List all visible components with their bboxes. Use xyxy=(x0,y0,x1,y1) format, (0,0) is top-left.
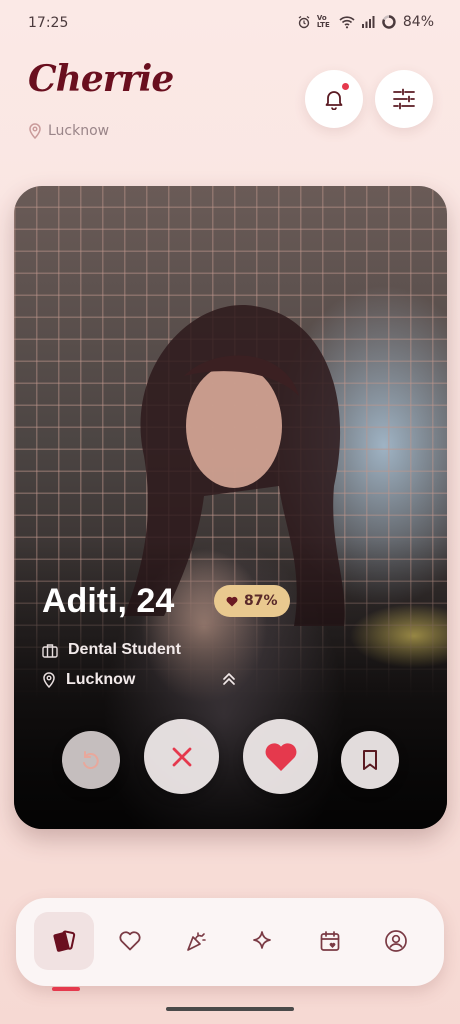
like-button[interactable] xyxy=(243,719,318,794)
volte-label: Vo LTE xyxy=(316,14,330,29)
match-score: 87% xyxy=(244,593,278,609)
wifi-icon xyxy=(339,16,355,29)
filters-button[interactable] xyxy=(375,70,433,128)
occupation-row: Dental Student xyxy=(42,641,181,659)
bell-icon xyxy=(325,91,343,110)
user-circle-icon xyxy=(385,930,407,952)
location-label: Lucknow xyxy=(48,123,110,139)
profile-card[interactable]: Aditi, 24 87% Dental Student Lucknow xyxy=(14,186,447,829)
close-icon xyxy=(172,747,191,766)
sliders-icon xyxy=(393,88,415,110)
nav-cards[interactable] xyxy=(34,912,94,991)
reject-button[interactable] xyxy=(144,719,219,794)
active-tab-indicator xyxy=(52,987,80,991)
calendar-heart-icon xyxy=(320,931,340,951)
profile-location-row: Lucknow xyxy=(42,671,135,689)
expand-details-icon[interactable] xyxy=(220,670,238,688)
location-pin-icon xyxy=(43,672,55,688)
battery-percent: 84% xyxy=(402,14,434,30)
app-logo: Cherrie xyxy=(28,58,174,100)
briefcase-icon xyxy=(42,643,58,658)
party-popper-icon xyxy=(187,932,206,951)
heart-icon xyxy=(265,742,296,771)
bookmark-button[interactable] xyxy=(341,731,399,789)
alarm-icon xyxy=(298,15,310,29)
bookmark-icon xyxy=(363,750,377,770)
notification-dot xyxy=(342,83,349,90)
battery-ring-icon xyxy=(382,15,396,29)
status-bar: 17:25 Vo LTE 84% xyxy=(0,0,460,44)
current-location[interactable]: Lucknow xyxy=(28,123,109,139)
status-icons: Vo LTE 84% xyxy=(297,14,434,30)
bottom-navigation xyxy=(16,898,444,991)
home-indicator[interactable] xyxy=(166,1007,294,1011)
heart-small-icon xyxy=(226,596,238,606)
undo-button[interactable] xyxy=(62,731,120,789)
status-time: 17:25 xyxy=(28,15,69,31)
cards-icon xyxy=(53,930,76,952)
location-pin-icon xyxy=(29,123,41,139)
signal-icon xyxy=(361,16,375,28)
match-score-badge: 87% xyxy=(214,585,290,617)
sparkle-icon xyxy=(253,931,271,949)
profile-location-text: Lucknow xyxy=(66,671,136,688)
occupation-text: Dental Student xyxy=(68,641,181,658)
heart-outline-icon xyxy=(119,931,141,951)
nav-likes[interactable] xyxy=(100,912,160,970)
nav-discover[interactable] xyxy=(232,912,292,970)
nav-dates[interactable] xyxy=(300,912,360,970)
undo-icon xyxy=(83,751,99,770)
notifications-button[interactable] xyxy=(305,70,363,128)
nav-profile[interactable] xyxy=(366,912,426,970)
nav-matches[interactable] xyxy=(166,912,226,970)
profile-name-age: Aditi, 24 xyxy=(42,582,175,620)
